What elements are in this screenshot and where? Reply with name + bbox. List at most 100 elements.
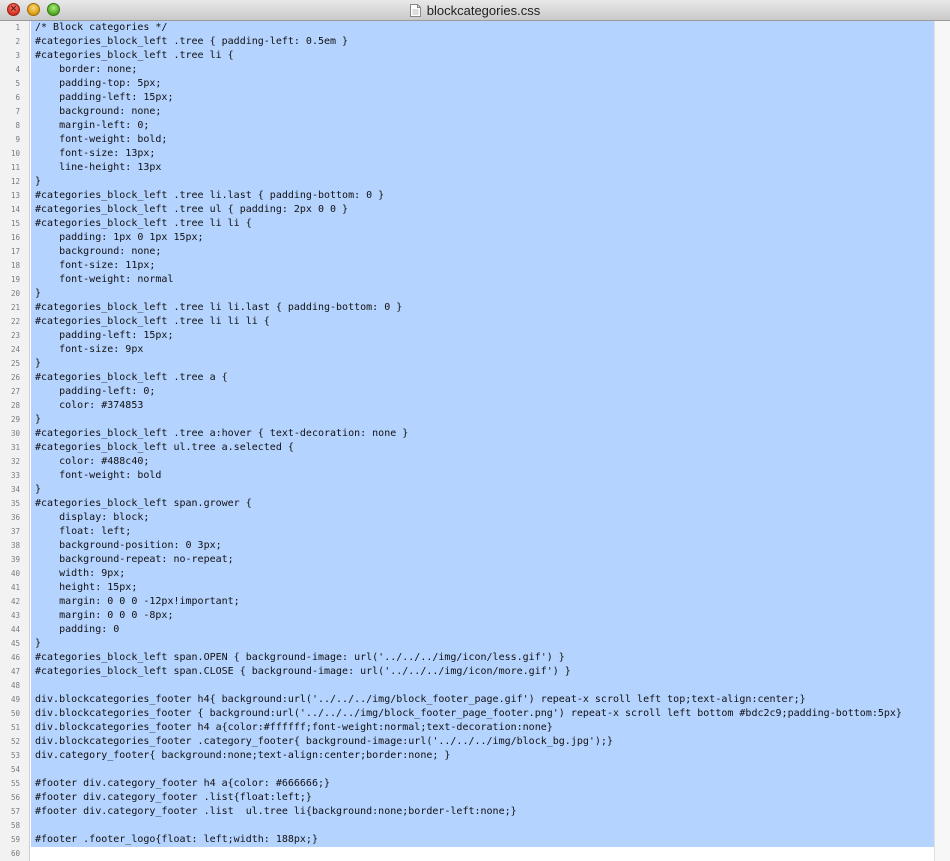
code-line[interactable]: font-weight: normal: [35, 273, 173, 287]
code-line[interactable]: display: block;: [35, 511, 149, 525]
code-line[interactable]: }: [35, 637, 41, 651]
line-number: 15: [10, 219, 20, 228]
code-line[interactable]: border: none;: [35, 63, 137, 77]
line-number: 49: [10, 695, 20, 704]
line-number: 41: [10, 583, 20, 592]
code-line[interactable]: background: none;: [35, 245, 161, 259]
line-number: 48: [10, 681, 20, 690]
code-line[interactable]: div.blockcategories_footer { background:…: [35, 707, 902, 721]
code-line[interactable]: #categories_block_left span.OPEN { backg…: [35, 651, 565, 665]
line-number: 32: [10, 457, 20, 466]
line-number: 38: [10, 541, 20, 550]
code-line[interactable]: height: 15px;: [35, 581, 137, 595]
line-number: 2: [15, 37, 20, 46]
document-icon: [409, 4, 421, 17]
code-line[interactable]: #categories_block_left span.CLOSE { back…: [35, 665, 571, 679]
code-line[interactable]: width: 9px;: [35, 567, 125, 581]
line-number: 50: [10, 709, 20, 718]
code-line[interactable]: font-weight: bold;: [35, 133, 167, 147]
line-number: 4: [15, 65, 20, 74]
code-line[interactable]: font-weight: bold: [35, 469, 161, 483]
code-line[interactable]: }: [35, 483, 41, 497]
line-number: 56: [10, 793, 20, 802]
line-number: 33: [10, 471, 20, 480]
line-number: 6: [15, 93, 20, 102]
code-line[interactable]: padding: 0: [35, 623, 119, 637]
line-number: 27: [10, 387, 20, 396]
code-line[interactable]: padding-top: 5px;: [35, 77, 161, 91]
line-number: 47: [10, 667, 20, 676]
line-number: 1: [15, 23, 20, 32]
code-line[interactable]: }: [35, 175, 41, 189]
code-line[interactable]: color: #374853: [35, 399, 143, 413]
code-line[interactable]: #categories_block_left .tree a {: [35, 371, 228, 385]
code-line[interactable]: font-size: 13px;: [35, 147, 155, 161]
window-titlebar[interactable]: × blockcategories.css: [0, 0, 950, 21]
line-number: 5: [15, 79, 20, 88]
code-line[interactable]: #categories_block_left .tree li li li {: [35, 315, 270, 329]
code-line[interactable]: font-size: 9px: [35, 343, 143, 357]
line-number: 11: [10, 163, 20, 172]
line-number: 43: [10, 611, 20, 620]
code-line[interactable]: #categories_block_left .tree li li.last …: [35, 301, 402, 315]
code-line[interactable]: }: [35, 357, 41, 371]
line-number: 59: [10, 835, 20, 844]
code-line[interactable]: div.blockcategories_footer .category_foo…: [35, 735, 613, 749]
code-line[interactable]: padding-left: 15px;: [35, 329, 173, 343]
line-number: 9: [15, 135, 20, 144]
vertical-scrollbar[interactable]: [934, 21, 950, 861]
line-number: 8: [15, 121, 20, 130]
code-line[interactable]: #categories_block_left ul.tree a.selecte…: [35, 441, 294, 455]
code-line[interactable]: #footer div.category_footer .list{float:…: [35, 791, 312, 805]
code-line[interactable]: margin: 0 0 0 -8px;: [35, 609, 173, 623]
code-line[interactable]: padding-left: 0;: [35, 385, 155, 399]
line-number: 31: [10, 443, 20, 452]
line-number: 30: [10, 429, 20, 438]
line-number: 58: [10, 821, 20, 830]
line-number: 17: [10, 247, 20, 256]
code-line[interactable]: margin: 0 0 0 -12px!important;: [35, 595, 240, 609]
code-editor[interactable]: /* Block categories */#categories_block_…: [31, 21, 950, 861]
code-line[interactable]: div.blockcategories_footer h4 a{color:#f…: [35, 721, 553, 735]
line-number: 13: [10, 191, 20, 200]
code-line[interactable]: #categories_block_left .tree li.last { p…: [35, 189, 384, 203]
line-number: 10: [10, 149, 20, 158]
code-line[interactable]: #footer .footer_logo{float: left;width: …: [35, 833, 318, 847]
code-line[interactable]: color: #488c40;: [35, 455, 149, 469]
code-line[interactable]: #categories_block_left .tree { padding-l…: [35, 35, 348, 49]
line-number: 23: [10, 331, 20, 340]
code-line[interactable]: }: [35, 287, 41, 301]
code-line[interactable]: background: none;: [35, 105, 161, 119]
line-number: 16: [10, 233, 20, 242]
code-line[interactable]: font-size: 11px;: [35, 259, 155, 273]
code-line[interactable]: #categories_block_left span.grower {: [35, 497, 252, 511]
code-line[interactable]: float: left;: [35, 525, 131, 539]
code-line[interactable]: line-height: 13px: [35, 161, 161, 175]
code-line[interactable]: #categories_block_left .tree ul { paddin…: [35, 203, 348, 217]
code-line[interactable]: margin-left: 0;: [35, 119, 149, 133]
line-number: 21: [10, 303, 20, 312]
code-line[interactable]: #categories_block_left .tree a:hover { t…: [35, 427, 408, 441]
code-line[interactable]: #footer div.category_footer .list ul.tre…: [35, 805, 517, 819]
line-number: 22: [10, 317, 20, 326]
code-line[interactable]: div.category_footer{ background:none;tex…: [35, 749, 450, 763]
line-number: 12: [10, 177, 20, 186]
code-line[interactable]: padding-left: 15px;: [35, 91, 173, 105]
line-number: 42: [10, 597, 20, 606]
code-line[interactable]: div.blockcategories_footer h4{ backgroun…: [35, 693, 806, 707]
line-number: 25: [10, 359, 20, 368]
code-line[interactable]: #categories_block_left .tree li li {: [35, 217, 252, 231]
line-number: 29: [10, 415, 20, 424]
code-line[interactable]: background-position: 0 3px;: [35, 539, 222, 553]
code-line[interactable]: }: [35, 413, 41, 427]
window-title: blockcategories.css: [426, 3, 541, 18]
code-line[interactable]: background-repeat: no-repeat;: [35, 553, 234, 567]
code-line[interactable]: #footer div.category_footer h4 a{color: …: [35, 777, 330, 791]
line-number: 35: [10, 499, 20, 508]
line-number: 55: [10, 779, 20, 788]
line-number: 39: [10, 555, 20, 564]
code-line[interactable]: /* Block categories */: [35, 21, 167, 35]
code-line[interactable]: #categories_block_left .tree li {: [35, 49, 234, 63]
line-number: 34: [10, 485, 20, 494]
code-line[interactable]: padding: 1px 0 1px 15px;: [35, 231, 204, 245]
